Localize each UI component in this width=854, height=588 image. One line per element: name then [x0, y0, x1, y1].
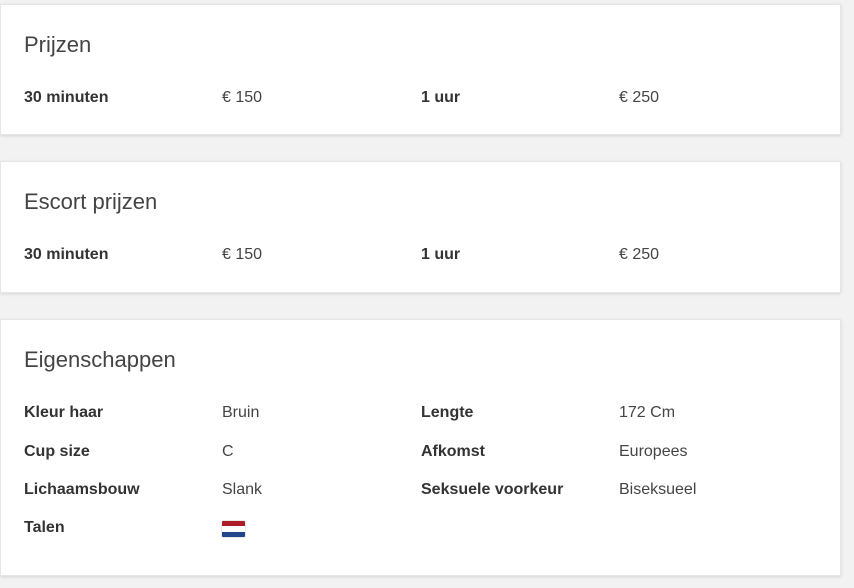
properties-card: Eigenschappen Kleur haar Bruin Lengte 17…: [0, 319, 841, 576]
languages-flags: [222, 517, 245, 544]
property-label-hair-color: Kleur haar: [24, 404, 104, 421]
escort-price-value-30-min: € 150: [222, 246, 263, 263]
netherlands-flag-icon: [222, 521, 245, 537]
escort-prices-card: Escort prijzen 30 minuten € 150 1 uur € …: [0, 161, 841, 293]
property-label-sexual-preference: Seksuele voorkeur: [421, 481, 564, 498]
property-label-cup-size: Cup size: [24, 443, 90, 460]
property-row: Cup size C Afkomst Europees: [1, 441, 840, 463]
property-value-hair-color: Bruin: [222, 404, 260, 421]
prices-title: Prijzen: [24, 32, 92, 57]
escort-price-label-1-hour: 1 uur: [421, 246, 461, 263]
property-label-body-type: Lichaamsbouw: [24, 481, 140, 498]
properties-title: Eigenschappen: [24, 347, 176, 372]
property-value-height: 172 Cm: [619, 404, 676, 421]
prices-card: Prijzen 30 minuten € 150 1 uur € 250: [0, 4, 841, 135]
escort-price-label-30-min: 30 minuten: [24, 246, 109, 263]
property-value-body-type: Slank: [222, 481, 263, 498]
property-row: Lichaamsbouw Slank Seksuele voorkeur Bis…: [1, 479, 840, 501]
property-row-languages: Talen: [1, 517, 840, 539]
property-value-origin: Europees: [619, 443, 688, 460]
price-value-1-hour: € 250: [619, 89, 660, 106]
price-label-1-hour: 1 uur: [421, 89, 461, 106]
escort-prices-row: 30 minuten € 150 1 uur € 250: [1, 244, 840, 266]
price-value-30-min: € 150: [222, 89, 263, 106]
property-value-sexual-preference: Biseksueel: [619, 481, 697, 498]
property-row: Kleur haar Bruin Lengte 172 Cm: [1, 402, 840, 424]
property-label-languages: Talen: [24, 519, 65, 536]
escort-price-value-1-hour: € 250: [619, 246, 660, 263]
price-label-30-min: 30 minuten: [24, 89, 109, 106]
property-value-cup-size: C: [222, 443, 234, 460]
prices-row: 30 minuten € 150 1 uur € 250: [1, 87, 840, 109]
escort-prices-title: Escort prijzen: [24, 189, 158, 214]
property-label-origin: Afkomst: [421, 443, 486, 460]
property-label-height: Lengte: [421, 404, 474, 421]
